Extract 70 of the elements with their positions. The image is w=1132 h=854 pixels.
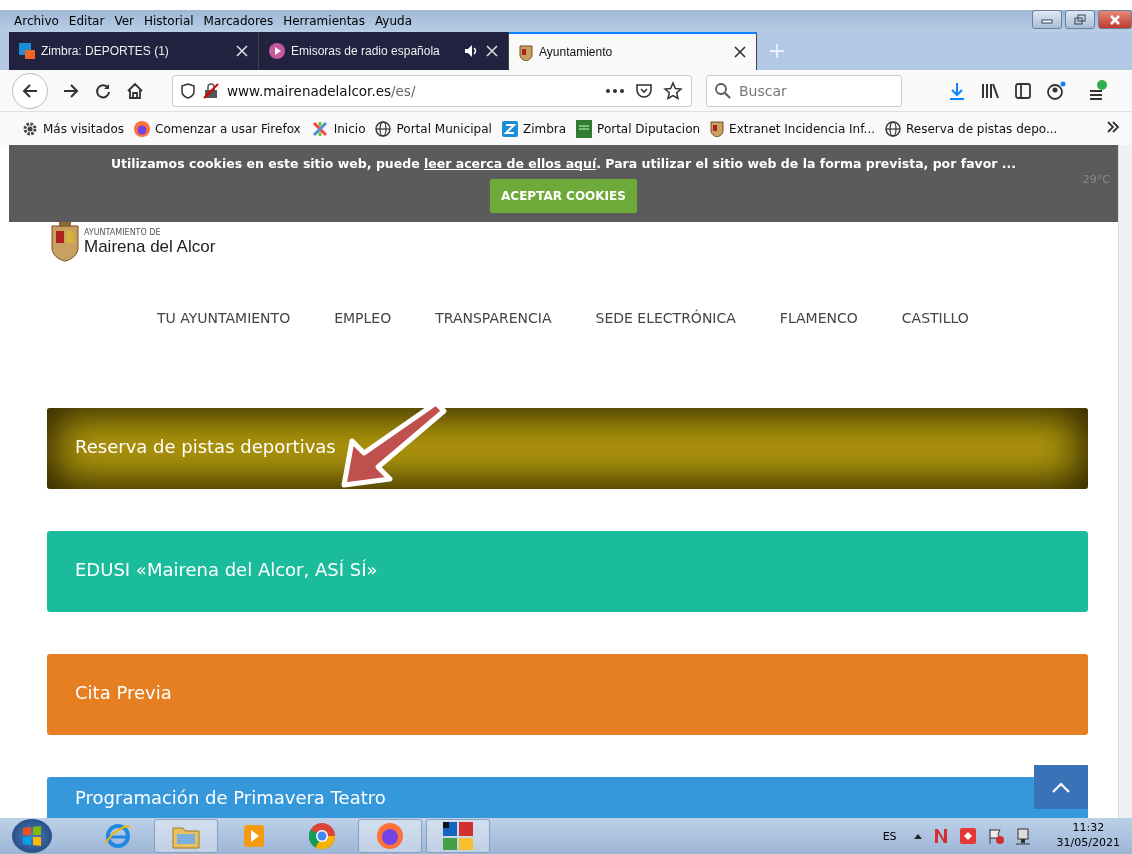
firefox-taskbar-icon[interactable] bbox=[358, 819, 422, 853]
browser-tab[interactable]: Emisoras de radio española bbox=[259, 32, 509, 70]
bookmark[interactable]: Extranet Incidencia Inf... bbox=[710, 119, 875, 138]
tray-expand-icon[interactable] bbox=[912, 832, 923, 840]
browser-tab[interactable]: Ayuntamiento bbox=[509, 32, 757, 70]
nav-link[interactable]: TU AYUNTAMIENTO bbox=[157, 310, 291, 326]
bookmark[interactable]: Reserva de pistas depo... bbox=[885, 119, 1058, 138]
gear-icon bbox=[22, 120, 38, 137]
bookmark[interactable]: Portal Diputacion bbox=[576, 119, 701, 138]
sidebar-icon[interactable] bbox=[1014, 81, 1032, 100]
reload-icon[interactable] bbox=[94, 81, 112, 100]
nav-link[interactable]: FLAMENCO bbox=[779, 310, 858, 326]
cookie-info-link[interactable]: leer acerca de ellos aquí bbox=[424, 156, 597, 171]
home-icon[interactable] bbox=[126, 81, 144, 100]
bookmark[interactable]: Más visitados bbox=[22, 119, 125, 138]
close-icon bbox=[1108, 13, 1122, 26]
globe-icon bbox=[885, 120, 901, 137]
menu-item[interactable]: Editar bbox=[68, 14, 105, 28]
bookmark[interactable]: Comenzar a usar Firefox bbox=[134, 119, 301, 138]
search-field[interactable]: Buscar bbox=[706, 74, 902, 107]
browser-tab[interactable]: Zimbra: DEPORTES (1) bbox=[9, 32, 259, 70]
language-indicator[interactable]: ES bbox=[882, 829, 897, 843]
z-icon bbox=[501, 120, 518, 137]
close-button[interactable] bbox=[1098, 10, 1132, 29]
logo-title: Mairena del Alcor bbox=[84, 236, 216, 257]
mail-app-icon bbox=[19, 43, 35, 59]
firefox-icon bbox=[134, 120, 151, 137]
menu-item[interactable]: Ver bbox=[114, 14, 134, 28]
globe-icon bbox=[375, 120, 392, 137]
flag-tray-icon[interactable] bbox=[986, 827, 1005, 845]
back-arrow-icon bbox=[21, 81, 39, 100]
close-tab-icon[interactable] bbox=[734, 46, 746, 58]
crest-icon bbox=[49, 222, 81, 262]
bookmark[interactable]: Inicio bbox=[310, 119, 366, 138]
cookie-notice: Utilizamos cookies en este sitio web, puede leer acerca de ellos aquí. Para utilizar el sitio web de la forma prevista, por favor ... bbox=[110, 156, 1017, 171]
clock[interactable]: 11:32 31/05/2021 bbox=[1056, 821, 1120, 851]
minimize-button[interactable] bbox=[1032, 10, 1062, 29]
back-button[interactable] bbox=[12, 72, 48, 109]
menu-item[interactable]: Archivo bbox=[14, 14, 59, 28]
menu-item[interactable]: Marcadores bbox=[203, 14, 274, 28]
crest-icon bbox=[710, 120, 725, 137]
emblem-icon bbox=[576, 119, 593, 138]
crest-icon bbox=[519, 43, 533, 61]
forward-icon[interactable] bbox=[62, 81, 80, 100]
chevron-up-icon bbox=[1051, 781, 1071, 793]
app-taskbar-icon[interactable] bbox=[426, 819, 490, 853]
bookmark[interactable]: Portal Municipal bbox=[375, 119, 492, 138]
account-icon[interactable] bbox=[1046, 80, 1066, 101]
address-bar[interactable]: www.mairenadelalcor.es/es/ bbox=[172, 74, 692, 107]
nav-link[interactable]: CASTILLO bbox=[901, 310, 969, 326]
play-icon bbox=[269, 43, 285, 59]
network-tray-icon[interactable] bbox=[1014, 827, 1033, 845]
logo-subtitle: AYUNTAMIENTO DE bbox=[84, 227, 162, 237]
restore-button[interactable] bbox=[1065, 10, 1095, 29]
start-button[interactable] bbox=[12, 819, 52, 853]
menu-icon[interactable] bbox=[1088, 78, 1108, 103]
menu-item[interactable]: Ayuda bbox=[374, 14, 413, 28]
tray-app-icon[interactable] bbox=[958, 827, 977, 845]
nav-link[interactable]: SEDE ELECTRÓNICA bbox=[595, 310, 736, 326]
joomla-icon bbox=[310, 119, 329, 138]
menu-item[interactable]: Herramientas bbox=[283, 14, 365, 28]
menu-item[interactable]: Historial bbox=[144, 14, 194, 28]
download-icon[interactable] bbox=[948, 80, 966, 101]
scrollbar[interactable] bbox=[1118, 145, 1132, 818]
bookmark[interactable]: Zimbra bbox=[501, 119, 567, 138]
n-tray-icon[interactable] bbox=[932, 827, 949, 845]
nav-link[interactable]: TRANSPARENCIA bbox=[435, 310, 552, 326]
nav-link[interactable]: EMPLEO bbox=[334, 310, 392, 326]
restore-icon bbox=[1073, 13, 1087, 26]
library-icon[interactable] bbox=[980, 81, 1000, 100]
